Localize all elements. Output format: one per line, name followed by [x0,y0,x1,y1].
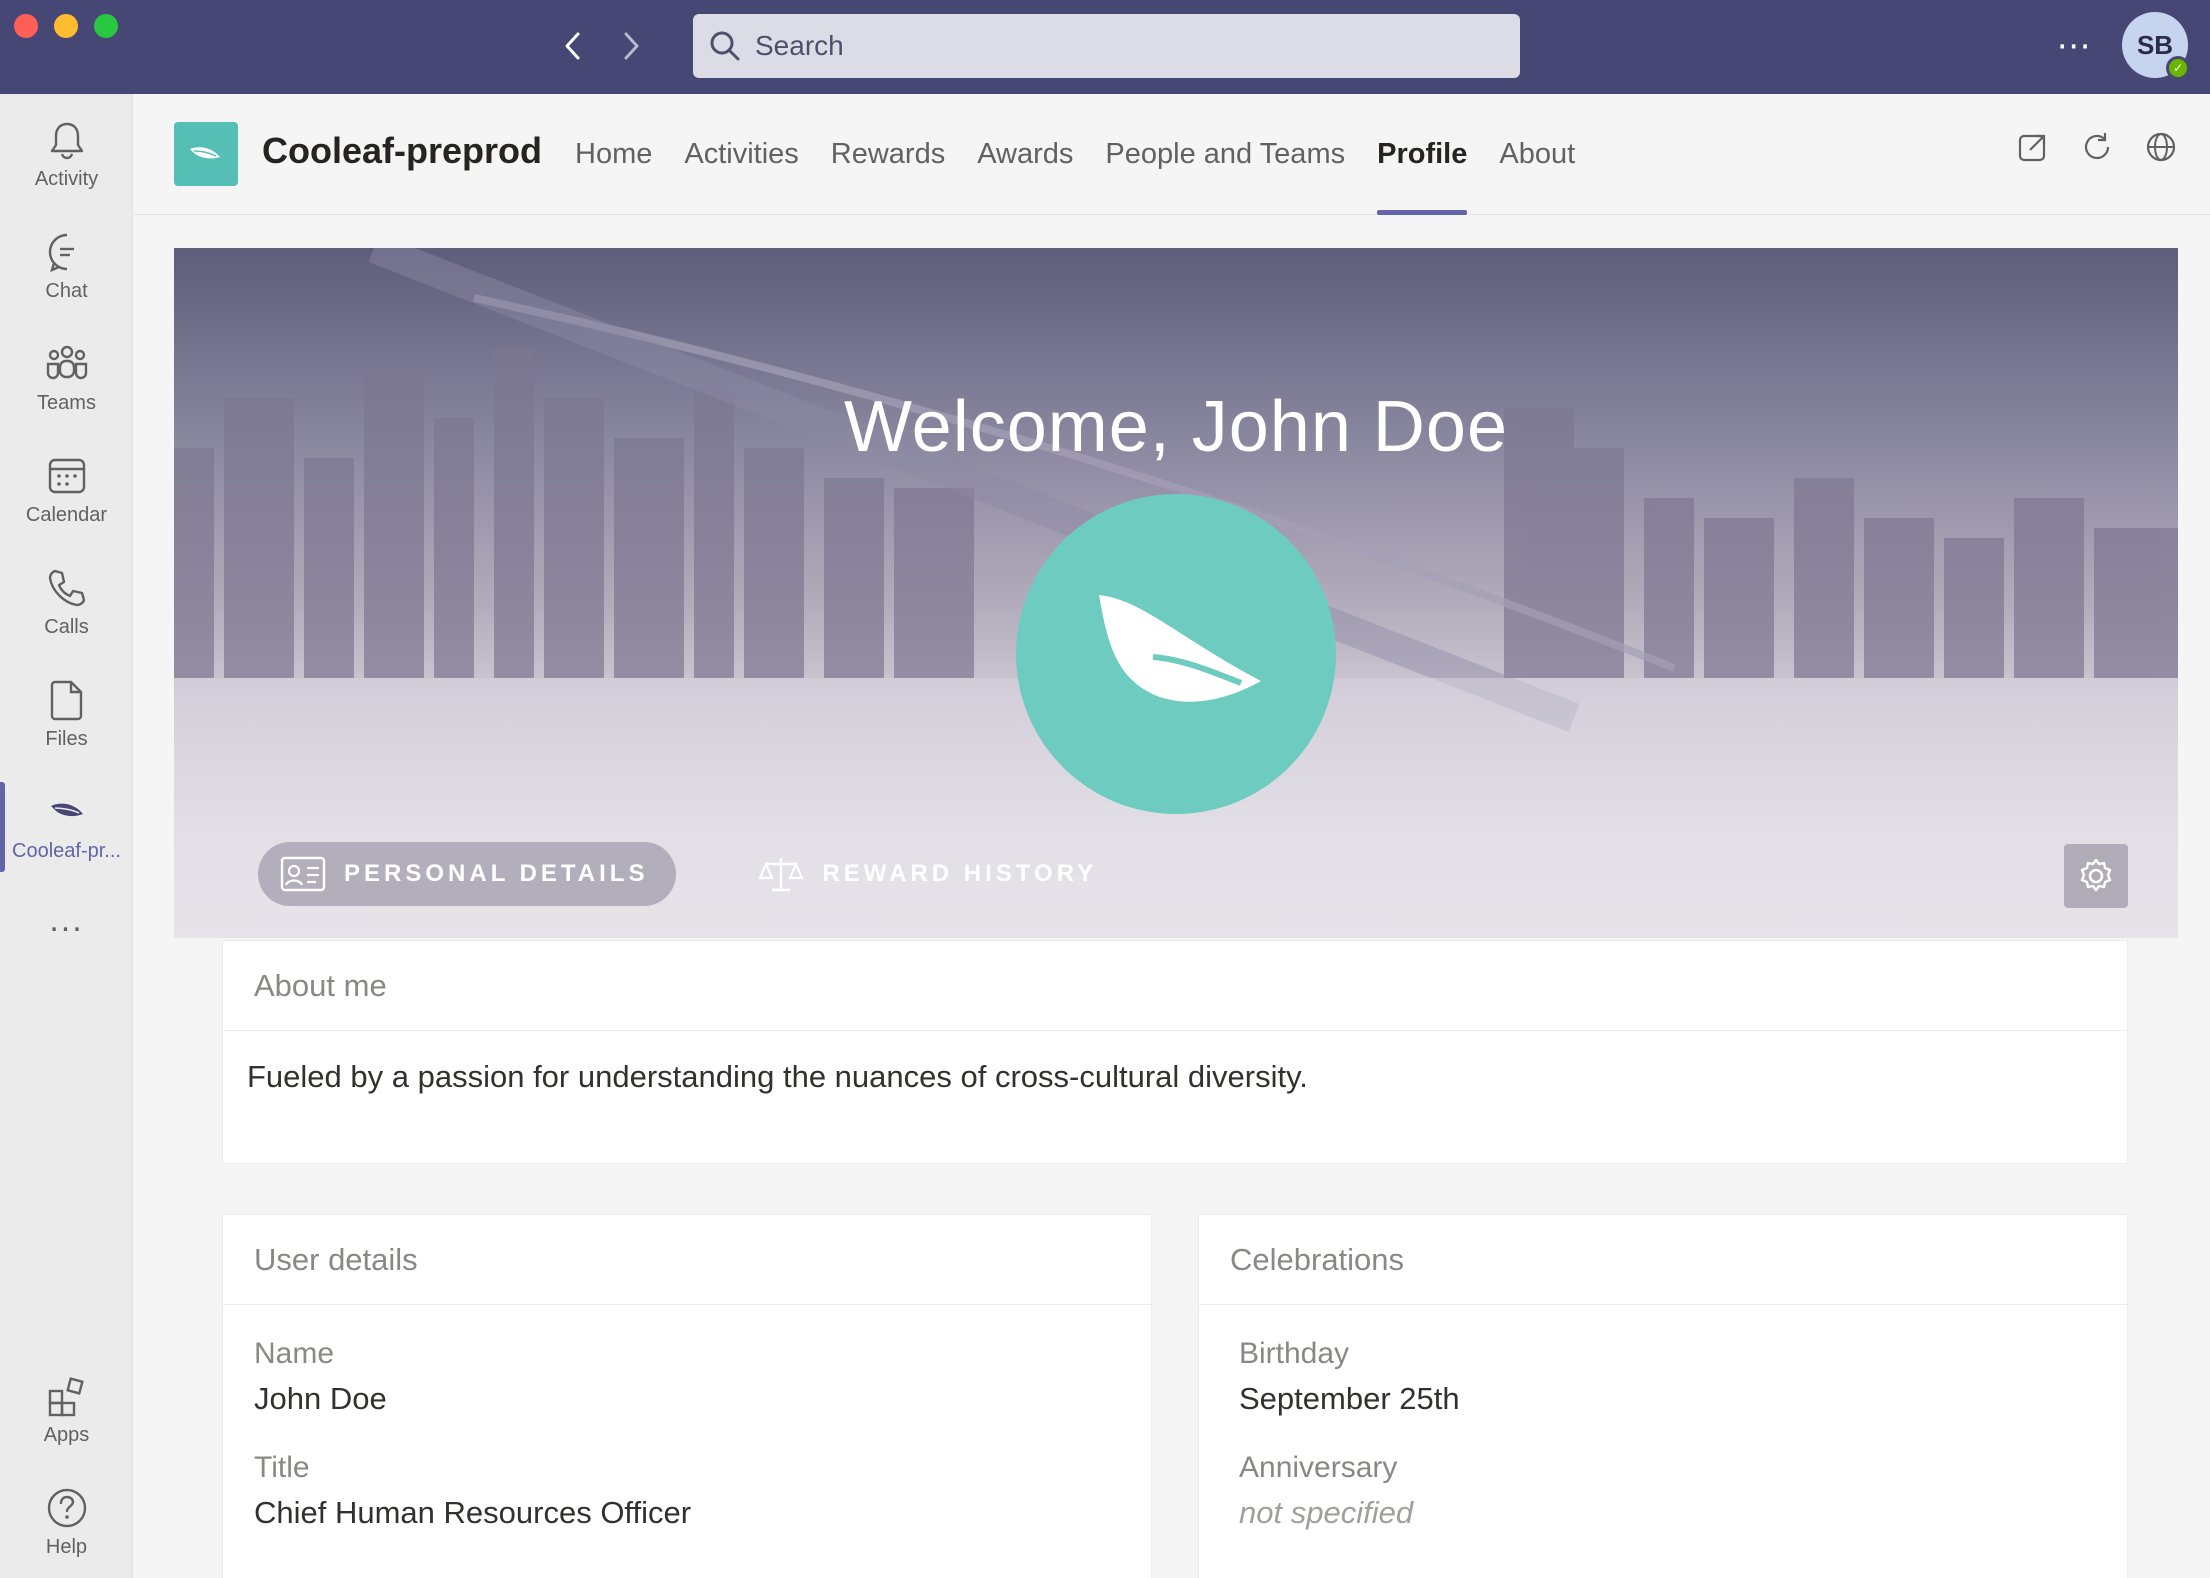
rail-label: Help [45,1535,88,1558]
rail-item-calendar[interactable]: Calendar [0,438,133,542]
more-options-button[interactable]: ⋯ [2056,26,2092,66]
anniversary-field: Anniversary not specified [1199,1451,2127,1531]
rail-item-calls[interactable]: Calls [0,550,133,654]
teams-icon [46,345,87,379]
tab-people-and-teams[interactable]: People and Teams [1105,94,1345,215]
rail-label: Cooleaf-pr... [12,839,121,862]
user-details-title: User details [223,1215,1151,1305]
profile-settings-button[interactable] [2064,844,2128,908]
globe-icon [2146,132,2176,162]
about-me-card: About me Fueled by a passion for underst… [222,940,2128,1164]
user-avatar-button[interactable]: SB ✓ [2122,12,2190,80]
anniversary-label: Anniversary [1239,1451,1398,1484]
user-details-card: User details Name John Doe Title Chief H… [222,1214,1152,1578]
rail-label: Files [45,727,88,750]
tab-rewards[interactable]: Rewards [831,94,945,215]
calendar-icon [48,458,85,493]
leaf-icon [190,147,220,159]
personal-details-tab[interactable]: PERSONAL DETAILS [258,842,677,906]
app-name: Cooleaf-preprod [262,130,543,171]
rail-label: Teams [37,391,96,414]
header-actions [2016,130,2178,164]
profile-section-tabs: PERSONAL DETAILS REWARD HISTORY [258,842,1125,906]
about-me-title: About me [223,941,2127,1031]
rail-label: Chat [45,279,88,302]
chevron-right-icon [624,32,639,60]
title-value: Chief Human Resources Officer [254,1495,692,1530]
tab-about[interactable]: About [1499,94,1575,215]
about-me-text: Fueled by a passion for understanding th… [247,1059,1308,1094]
name-label: Name [254,1337,335,1370]
profile-hero-banner: Welcome, John Doe PERSONAL DETAILS REWAR… [174,248,2178,938]
popout-icon [2018,134,2046,162]
reward-history-label: REWARD HISTORY [822,860,1098,887]
rail-item-files[interactable]: Files [0,662,133,766]
refresh-button[interactable] [2080,130,2114,164]
rail-label: Calendar [25,503,108,526]
birthday-field: Birthday September 25th [1199,1337,2127,1417]
title-field: Title Chief Human Resources Officer [223,1451,1151,1531]
website-button[interactable] [2144,130,2178,164]
tab-profile[interactable]: Profile [1377,94,1468,215]
close-window-button[interactable] [14,14,38,38]
apps-icon [48,1376,84,1416]
help-icon [47,1488,86,1527]
rail-label: Apps [43,1423,90,1446]
search-placeholder: Search [755,30,844,61]
tab-awards[interactable]: Awards [977,94,1073,215]
gear-icon [2080,858,2112,892]
title-label: Title [254,1451,310,1484]
id-card-icon [280,856,326,892]
back-button[interactable] [549,22,597,70]
more-apps-button[interactable]: ... [0,880,133,960]
chevron-left-icon [565,32,580,60]
reward-history-tab[interactable]: REWARD HISTORY [736,842,1125,906]
search-icon [710,31,740,61]
celebrations-card: Celebrations Birthday September 25th Ann… [1198,1214,2128,1578]
rail-item-apps[interactable]: Apps [0,1358,133,1462]
presence-available-icon: ✓ [2166,56,2190,80]
forward-button[interactable] [607,22,655,70]
phone-icon [48,569,85,606]
anniversary-value: not specified [1239,1495,1414,1530]
celebrations-title: Celebrations [1199,1215,2127,1305]
app-header: Cooleaf-preprod Home Activities Rewards … [134,94,2210,215]
chat-icon [48,233,74,272]
name-field: Name John Doe [223,1337,1151,1417]
rail-item-teams[interactable]: Teams [0,326,133,430]
user-initials: SB [2136,29,2174,60]
app-logo [174,122,238,186]
tab-activities[interactable]: Activities [684,94,798,215]
maximize-window-button[interactable] [94,14,118,38]
tab-home[interactable]: Home [575,94,652,215]
bell-icon [50,122,83,159]
rail-item-help[interactable]: Help [0,1470,133,1574]
refresh-icon [2084,133,2110,160]
leaf-icon [1099,595,1261,702]
leaf-icon [50,803,83,816]
name-value: John Doe [254,1381,387,1416]
window-controls [14,14,118,38]
personal-details-label: PERSONAL DETAILS [344,860,649,887]
scale-icon [758,858,805,892]
app-tabs: Home Activities Rewards Awards People an… [575,94,1607,215]
welcome-heading: Welcome, John Doe [844,387,1508,467]
rail-item-activity[interactable]: Activity [0,102,133,206]
popout-button[interactable] [2016,130,2050,164]
birthday-label: Birthday [1239,1337,1350,1370]
minimize-window-button[interactable] [54,14,78,38]
profile-content: Welcome, John Doe PERSONAL DETAILS REWAR… [134,216,2210,1578]
rail-item-cooleaf[interactable]: Cooleaf-pr... [0,774,133,878]
file-icon [50,680,82,720]
rail-label: Activity [34,167,99,190]
birthday-value: September 25th [1239,1381,1460,1416]
profile-avatar[interactable] [1016,494,1336,814]
title-bar: Search ⋯ SB ✓ [0,0,2210,94]
rail-item-chat[interactable]: Chat [0,214,133,318]
search-input[interactable]: Search [693,14,1520,78]
rail-label: Calls [44,615,89,638]
app-rail: Activity Chat Teams Calendar Calls Files… [0,94,133,1578]
